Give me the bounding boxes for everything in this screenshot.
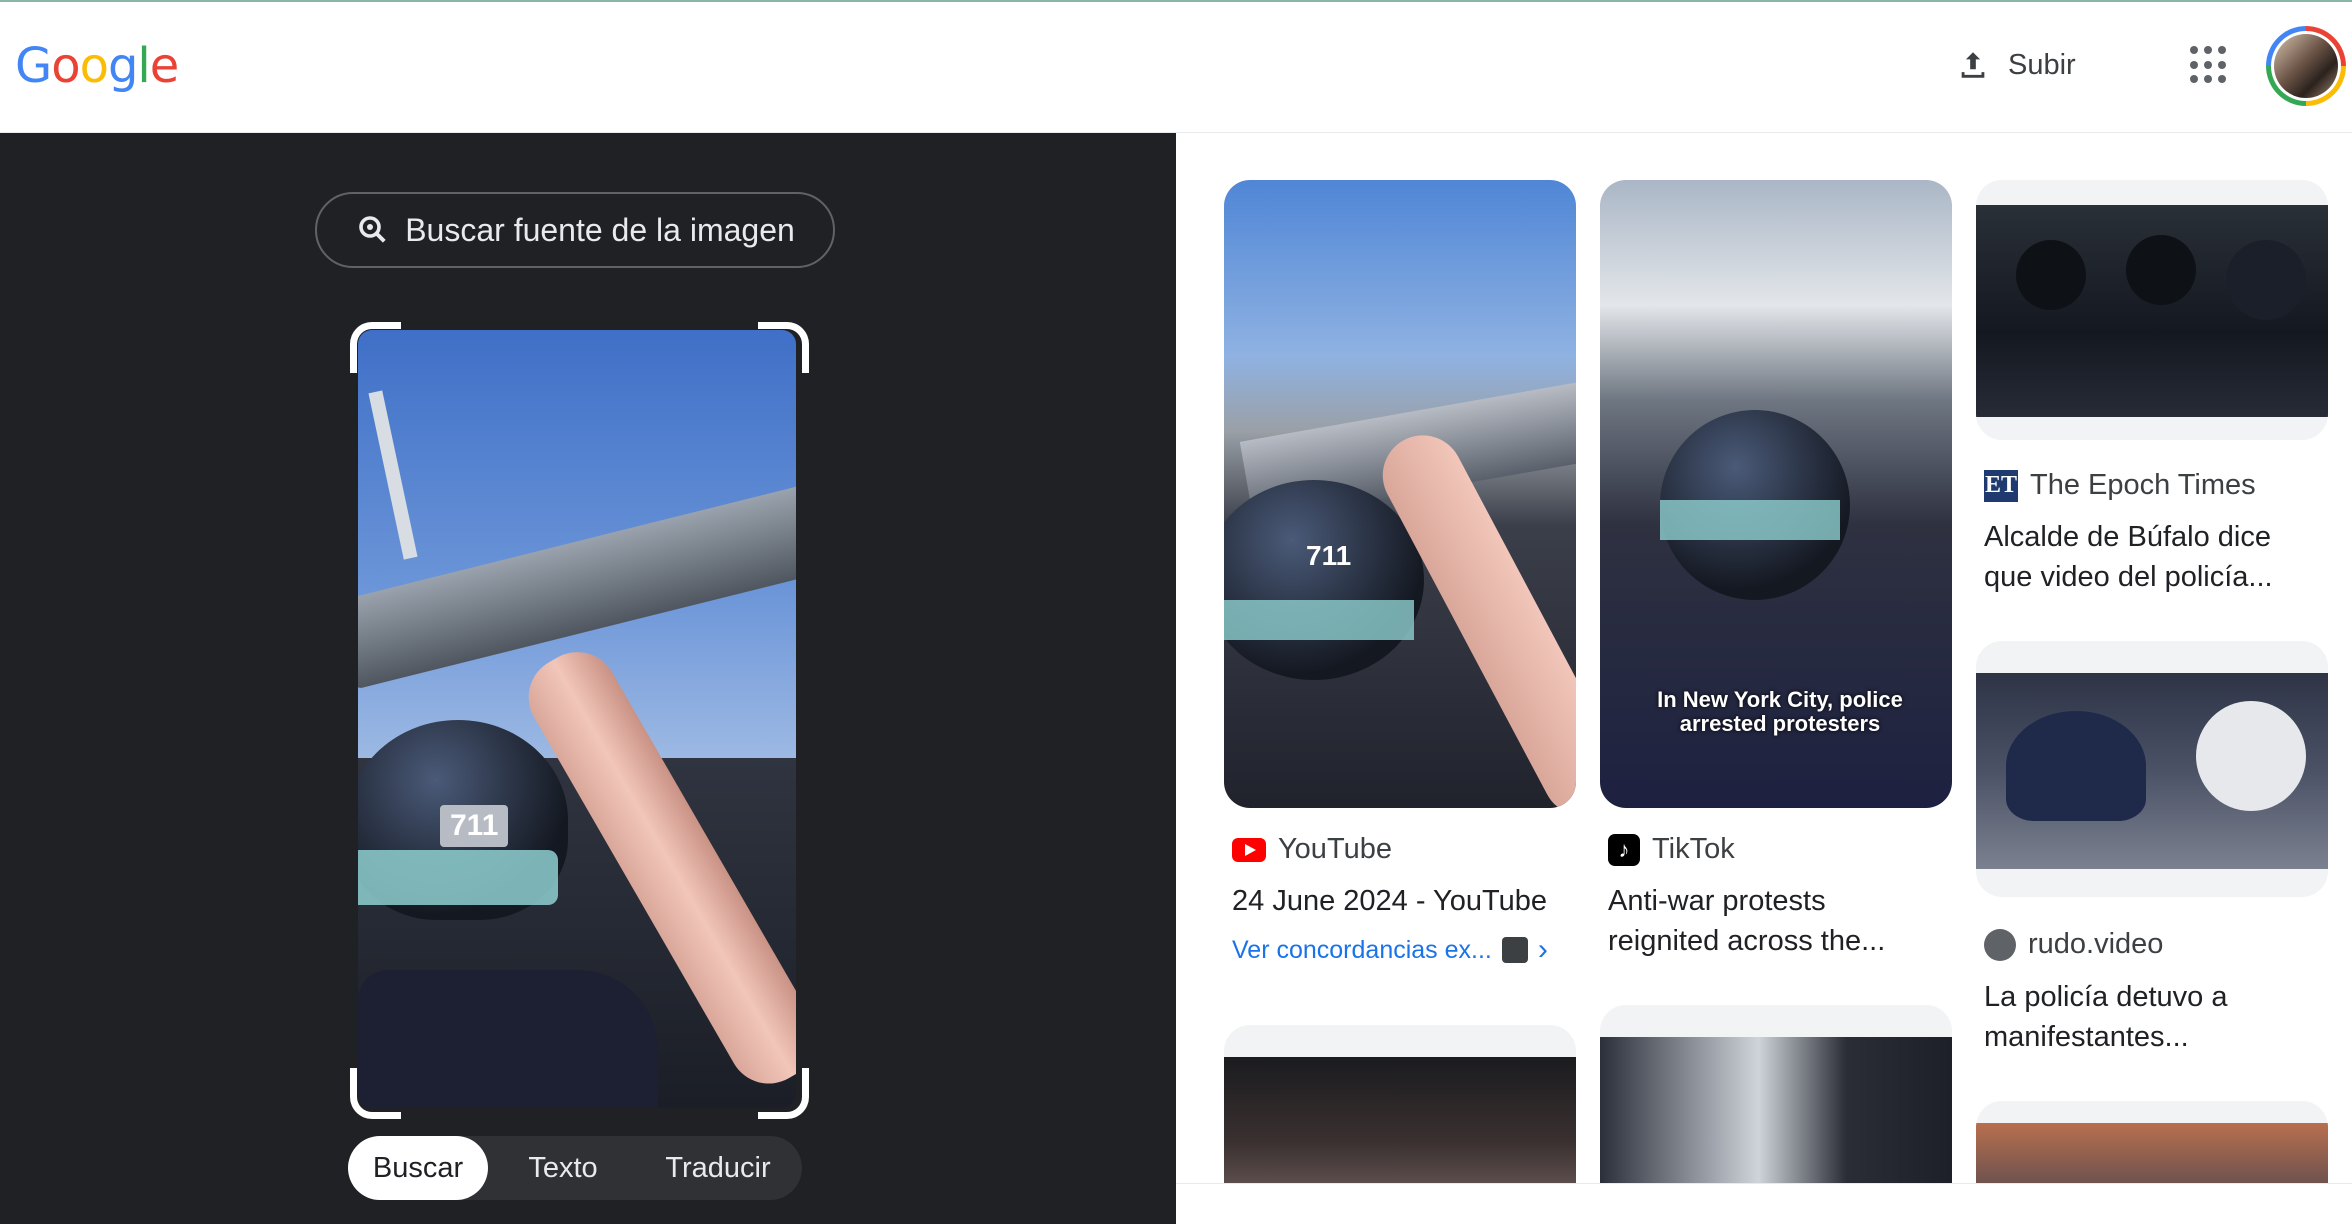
- crop-handle-top-left[interactable]: [350, 322, 401, 373]
- result-thumbnail-youtube[interactable]: 711: [1224, 180, 1576, 808]
- result-thumbnail-rudo-video[interactable]: [1976, 641, 2328, 897]
- visual-matches-panel: 711 YouTube 24 June 2024 - YouTube Ver c…: [1176, 133, 2352, 1224]
- title-line: reignited across the...: [1608, 925, 1886, 957]
- result-thumbnail-epoch-times[interactable]: [1976, 180, 2328, 440]
- result-source-youtube[interactable]: YouTube: [1232, 833, 1392, 866]
- title-line: que video del policía...: [1984, 561, 2273, 593]
- title-line: La policía detuvo a: [1984, 981, 2228, 1013]
- youtube-icon: [1232, 837, 1266, 862]
- top-bar: Google Subir: [0, 2, 2352, 133]
- account-avatar[interactable]: [2266, 26, 2346, 106]
- result-source-rudo-video[interactable]: rudo.video: [1984, 928, 2163, 961]
- tab-traducir[interactable]: Traducir: [638, 1136, 798, 1200]
- find-image-source-label: Buscar fuente de la imagen: [405, 211, 795, 248]
- query-image[interactable]: 711: [358, 330, 796, 1108]
- find-image-source-button[interactable]: Buscar fuente de la imagen: [315, 192, 835, 268]
- source-name: YouTube: [1278, 833, 1392, 865]
- title-line: Anti-war protests: [1608, 885, 1826, 917]
- result-source-tiktok[interactable]: ♪ TikTok: [1608, 833, 1735, 866]
- crop-handle-bottom-right[interactable]: [758, 1068, 809, 1119]
- crop-handle-top-right[interactable]: [758, 322, 809, 373]
- lens-search-icon: [359, 216, 386, 243]
- tab-texto[interactable]: Texto: [488, 1136, 638, 1200]
- upload-icon: [1961, 52, 1985, 78]
- chevron-right-icon: ›: [1537, 933, 1548, 966]
- result-source-epoch-times[interactable]: ET The Epoch Times: [1984, 469, 2256, 502]
- crop-handle-bottom-left[interactable]: [350, 1068, 401, 1119]
- source-name: rudo.video: [2028, 928, 2164, 960]
- upload-label: Subir: [2008, 48, 2076, 81]
- match-thumb-icon: [1501, 937, 1528, 963]
- source-name: TikTok: [1652, 833, 1735, 865]
- globe-icon: [1984, 928, 2016, 961]
- result-thumbnail-tiktok[interactable]: In New York City, police arrested protes…: [1600, 180, 1952, 808]
- result-title[interactable]: Alcalde de Búfalo dice que video del pol…: [1984, 517, 2273, 597]
- thumbnail-badge: 711: [1306, 540, 1352, 571]
- apps-grid-icon[interactable]: [2190, 46, 2228, 84]
- epoch-times-icon: ET: [1984, 469, 2018, 502]
- see-matches-link[interactable]: Ver concordancias ex... ›: [1232, 933, 1548, 967]
- upload-button[interactable]: Subir: [1956, 40, 2076, 90]
- tiktok-icon: ♪: [1608, 833, 1640, 866]
- tab-buscar[interactable]: Buscar: [348, 1136, 488, 1200]
- title-line: manifestantes...: [1984, 1021, 2189, 1053]
- helmet-number: 711: [440, 805, 509, 847]
- result-title[interactable]: Anti-war protests reignited across the..…: [1608, 881, 1885, 961]
- see-matches-label: Ver concordancias ex...: [1232, 935, 1492, 964]
- bottom-feedback-bar: [1176, 1183, 2352, 1224]
- google-logo[interactable]: Google: [15, 38, 179, 94]
- result-title[interactable]: 24 June 2024 - YouTube: [1232, 881, 1547, 921]
- result-title[interactable]: La policía detuvo a manifestantes...: [1984, 977, 2227, 1057]
- lens-mode-tabs: Buscar Texto Traducir: [348, 1136, 802, 1200]
- source-name: The Epoch Times: [2030, 469, 2256, 501]
- title-line: Alcalde de Búfalo dice: [1984, 521, 2271, 553]
- video-caption-overlay: In New York City, police arrested protes…: [1657, 687, 1903, 736]
- avatar-photo: [2274, 34, 2338, 98]
